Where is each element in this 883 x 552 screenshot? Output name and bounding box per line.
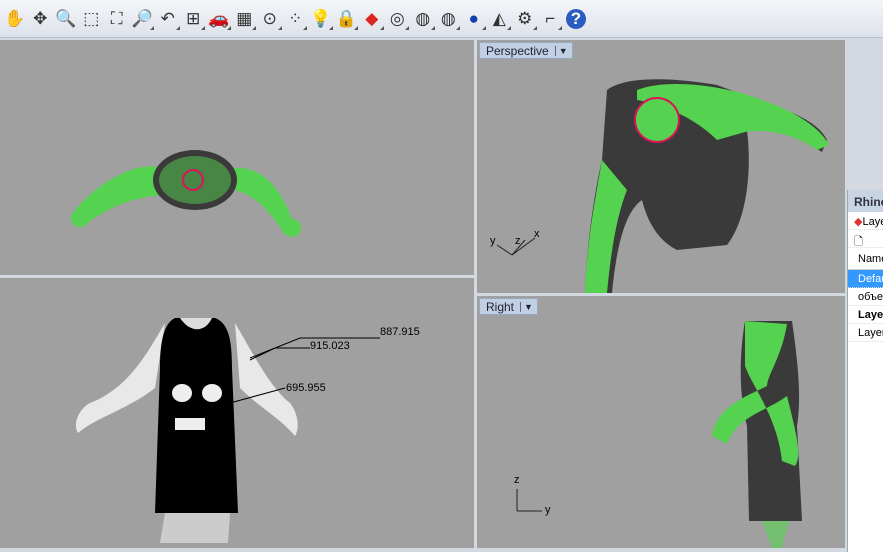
- chevron-down-icon[interactable]: ▼: [554, 45, 568, 56]
- shaded-sphere-icon[interactable]: ◍: [410, 4, 436, 34]
- layer-row[interactable]: Layer 02: [848, 324, 883, 342]
- perspective-viewport-tab[interactable]: Perspective ▼: [479, 42, 573, 59]
- layer-icon[interactable]: ◆: [359, 4, 385, 34]
- axis-z-label: z: [514, 474, 520, 486]
- circle-icon[interactable]: ⊙: [257, 4, 283, 34]
- settings-gear-icon[interactable]: ⚙: [512, 4, 538, 34]
- toolbar: ✋ ✥ 🔍 ⬚ ⛶ 🔎 ↶ ⊞ 🚗 ▦ ⊙ ⁘ 💡 🔒 ◆ ◎ ◍ ◍ ● ◭ ⚙ ⌐?: [0, 0, 883, 38]
- axis-y-label: y: [545, 504, 551, 516]
- axis-x-label: x: [534, 228, 540, 240]
- perspective-view-model: [496, 79, 829, 293]
- new-layer-button[interactable]: 🗋: [848, 230, 883, 248]
- layers-panel: Rhinoceros ◆Layers 🗋 Name Default объект…: [847, 190, 883, 552]
- zoom-icon[interactable]: 🔍: [53, 4, 79, 34]
- light-icon[interactable]: 💡: [308, 4, 334, 34]
- right-view-model: [516, 321, 802, 548]
- viewport-label: Right: [486, 299, 515, 314]
- column-header-name[interactable]: Name: [848, 248, 883, 270]
- right-viewport-tab[interactable]: Right ▼: [479, 298, 538, 315]
- chevron-down-icon[interactable]: ▼: [520, 301, 533, 312]
- axis-y-label: y: [490, 235, 496, 247]
- dimension-label: 887.915: [380, 326, 420, 338]
- viewport-front[interactable]: 887.915 915.023 695.955: [0, 278, 474, 548]
- points-icon[interactable]: ⁘: [283, 4, 309, 34]
- layers-tab[interactable]: ◆Layers: [848, 212, 883, 230]
- four-viewports-icon[interactable]: ⊞: [181, 4, 207, 34]
- blue-sphere-icon[interactable]: ●: [461, 4, 487, 34]
- car-icon[interactable]: 🚗: [206, 4, 232, 34]
- undo-view-icon[interactable]: ↶: [155, 4, 181, 34]
- rotate-view-icon[interactable]: ✥: [28, 4, 54, 34]
- lock-icon[interactable]: 🔒: [334, 4, 360, 34]
- grid-icon[interactable]: ▦: [232, 4, 258, 34]
- panel-title: Rhinoceros: [848, 190, 883, 212]
- viewport-perspective[interactable]: Perspective ▼ y z x: [477, 40, 845, 293]
- layer-row[interactable]: Default: [848, 270, 883, 288]
- dimension-icon[interactable]: ⌐: [538, 4, 564, 34]
- render-icon[interactable]: ◭: [487, 4, 513, 34]
- new-document-icon: 🗋: [854, 236, 863, 248]
- viewport-top[interactable]: [0, 40, 474, 275]
- dimension-label: 915.023: [310, 340, 350, 352]
- dimension-label: 695.955: [286, 382, 326, 394]
- tab-label: Layers: [862, 216, 883, 228]
- zoom-window-icon[interactable]: ⬚: [79, 4, 105, 34]
- pan-icon[interactable]: ✋: [2, 4, 28, 34]
- color-wheel-icon[interactable]: ◎: [385, 4, 411, 34]
- help-icon[interactable]: ?: [566, 8, 586, 29]
- zoom-extents-icon[interactable]: ⛶: [104, 4, 130, 34]
- viewport-label: Perspective: [486, 43, 549, 58]
- top-view-model: [71, 150, 301, 237]
- zoom-selected-icon[interactable]: 🔎: [130, 4, 156, 34]
- front-view-model: [75, 318, 380, 543]
- layer-row[interactable]: объект: [848, 288, 883, 306]
- layer-row[interactable]: Layer 01: [848, 306, 883, 324]
- axis-z-label: z: [515, 235, 521, 247]
- viewport-right[interactable]: Right ▼ z y: [477, 296, 845, 548]
- rendered-sphere-icon[interactable]: ◍: [436, 4, 462, 34]
